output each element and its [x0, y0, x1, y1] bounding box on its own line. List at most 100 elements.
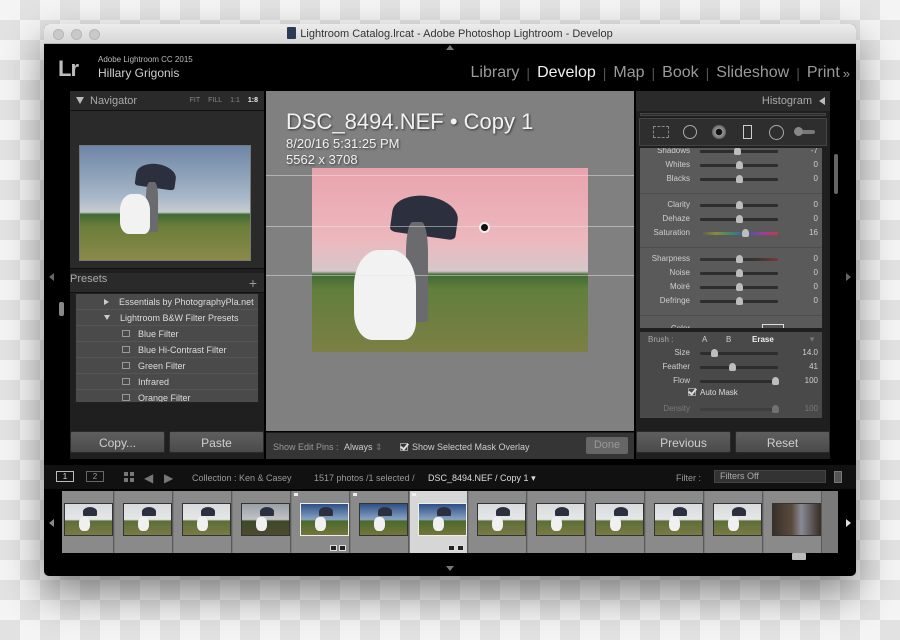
filmstrip-thumbnail[interactable] — [764, 491, 822, 553]
preset-folder-bw-filter[interactable]: Lightroom B&W Filter Presets — [76, 310, 258, 326]
graduated-filter-tool[interactable] — [739, 123, 757, 141]
slider-value[interactable]: 0 — [814, 200, 818, 209]
zoom-fill[interactable]: FILL — [208, 97, 222, 104]
right-panel-scrollbar[interactable] — [834, 154, 838, 194]
filmstrip-thumbnail[interactable] — [469, 491, 527, 553]
auto-mask-checkbox[interactable] — [688, 388, 696, 396]
slider-thumb[interactable] — [742, 229, 750, 237]
done-button[interactable]: Done — [586, 437, 628, 454]
flag-icon[interactable] — [294, 493, 298, 496]
previous-button[interactable]: Previous — [636, 431, 731, 453]
filmstrip-thumbnail[interactable] — [174, 491, 232, 553]
navigator-header[interactable]: Navigator FIT FILL 1:1 1:8 — [70, 91, 264, 111]
mask-overlay-toggle[interactable]: Show Selected Mask Overlay — [400, 442, 530, 452]
slider-value[interactable]: 0 — [814, 254, 818, 263]
mask-overlay-checkbox[interactable] — [400, 443, 408, 451]
slider-value[interactable]: 0 — [814, 160, 818, 169]
preset-item[interactable]: Infrared — [76, 374, 258, 390]
filmstrip-thumbnail[interactable] — [646, 491, 704, 553]
main-photo[interactable] — [312, 168, 588, 352]
slider-value[interactable]: 100 — [805, 376, 818, 385]
collapse-right-panel-arrow-icon[interactable] — [846, 273, 851, 281]
auto-mask-toggle[interactable]: Auto Mask — [688, 388, 738, 397]
slider-value[interactable]: 16 — [809, 228, 818, 237]
preset-item[interactable]: Blue Filter — [76, 326, 258, 342]
filmstrip-scrollbar[interactable] — [792, 553, 806, 560]
flag-icon[interactable] — [412, 493, 416, 496]
filmstrip-thumbnail[interactable] — [410, 491, 468, 553]
collapse-filmstrip-arrow-icon[interactable] — [446, 566, 454, 571]
main-screen-button[interactable]: 1 — [56, 471, 74, 482]
slider-thumb[interactable] — [771, 377, 779, 385]
collapse-top-panel-arrow-icon[interactable] — [446, 45, 454, 50]
slider-value[interactable]: 100 — [805, 404, 818, 413]
slider-thumb[interactable] — [771, 405, 779, 413]
filmstrip-thumbnail[interactable] — [351, 491, 409, 553]
filmstrip-thumbnail[interactable] — [292, 491, 350, 553]
filter-select[interactable]: Filters Off — [714, 470, 826, 483]
module-book[interactable]: Book — [655, 64, 705, 82]
module-develop[interactable]: Develop — [530, 64, 603, 82]
module-library[interactable]: Library — [464, 64, 527, 82]
collection-source[interactable]: Collection : Ken & Casey — [192, 473, 292, 483]
color-swatch[interactable] — [762, 324, 784, 328]
slider-track[interactable] — [700, 408, 778, 411]
more-modules-icon[interactable]: » — [843, 66, 850, 81]
secondary-screen-button[interactable]: 2 — [86, 471, 104, 482]
filmstrip-thumbnail[interactable] — [115, 491, 173, 553]
slider-value[interactable]: 0 — [814, 296, 818, 305]
forward-arrow-icon[interactable]: ▶ — [164, 471, 173, 485]
slider-thumb[interactable] — [736, 215, 743, 223]
reset-button[interactable]: Reset — [735, 431, 830, 453]
slider-thumb[interactable] — [736, 201, 743, 209]
preset-folder-essentials[interactable]: Essentials by PhotographyPla.net — [76, 294, 258, 310]
adjustment-brush-tool[interactable] — [793, 123, 815, 141]
zoom-fit[interactable]: FIT — [190, 97, 201, 104]
slider-track[interactable] — [700, 366, 778, 369]
slider-value[interactable]: 0 — [814, 214, 818, 223]
filmstrip-scroll-left-icon[interactable] — [49, 519, 54, 527]
edit-pins-select[interactable]: Always ⇕ — [344, 442, 383, 453]
back-arrow-icon[interactable]: ◀ — [144, 471, 153, 485]
module-print[interactable]: Print — [800, 64, 847, 82]
filmstrip-thumbnail[interactable] — [705, 491, 763, 553]
module-map[interactable]: Map — [606, 64, 651, 82]
slider-thumb[interactable] — [736, 297, 743, 305]
slider-value[interactable]: 0 — [814, 282, 818, 291]
slider-value[interactable]: 0 — [814, 268, 818, 277]
filter-lock-icon[interactable] — [834, 471, 842, 483]
slider-thumb[interactable] — [711, 349, 719, 357]
radial-filter-tool[interactable] — [768, 123, 786, 141]
add-preset-button[interactable]: + — [249, 275, 257, 291]
spot-removal-tool[interactable] — [681, 123, 699, 141]
slider-thumb[interactable] — [734, 148, 742, 155]
zoom-1-8[interactable]: 1:8 — [248, 97, 258, 104]
preset-item[interactable]: Blue Hi-Contrast Filter — [76, 342, 258, 358]
slider-track[interactable] — [700, 232, 778, 235]
brush-erase[interactable]: Erase — [752, 335, 774, 344]
slider-value[interactable]: 41 — [809, 362, 818, 371]
left-panel-scrollbar[interactable] — [59, 302, 64, 316]
filmstrip-thumbnail[interactable] — [587, 491, 645, 553]
slider-thumb[interactable] — [736, 255, 743, 263]
module-slideshow[interactable]: Slideshow — [709, 64, 796, 82]
crop-overlay-tool[interactable] — [652, 123, 670, 141]
slider-value[interactable]: 14.0 — [802, 348, 818, 357]
filmstrip-thumbnail[interactable] — [62, 491, 114, 553]
red-eye-tool[interactable] — [710, 123, 728, 141]
navigator-thumbnail[interactable] — [79, 145, 251, 261]
zoom-1-1[interactable]: 1:1 — [230, 97, 240, 104]
slider-value[interactable]: -7 — [811, 148, 818, 155]
current-photo-path[interactable]: DSC_8494.NEF / Copy 1 ▾ — [428, 473, 536, 484]
filmstrip-thumbnail[interactable] — [233, 491, 291, 553]
preset-item[interactable]: Green Filter — [76, 358, 258, 374]
preset-item[interactable]: Orange Filter — [76, 390, 258, 402]
slider-thumb[interactable] — [728, 363, 736, 371]
flag-icon[interactable] — [353, 493, 357, 496]
brush-a[interactable]: A — [702, 335, 707, 344]
filmstrip-thumbnail[interactable] — [528, 491, 586, 553]
brush-dropdown-icon[interactable]: ▼ — [808, 335, 816, 344]
slider-thumb[interactable] — [736, 175, 743, 183]
collapse-left-panel-arrow-icon[interactable] — [49, 273, 54, 281]
slider-thumb[interactable] — [736, 269, 743, 277]
